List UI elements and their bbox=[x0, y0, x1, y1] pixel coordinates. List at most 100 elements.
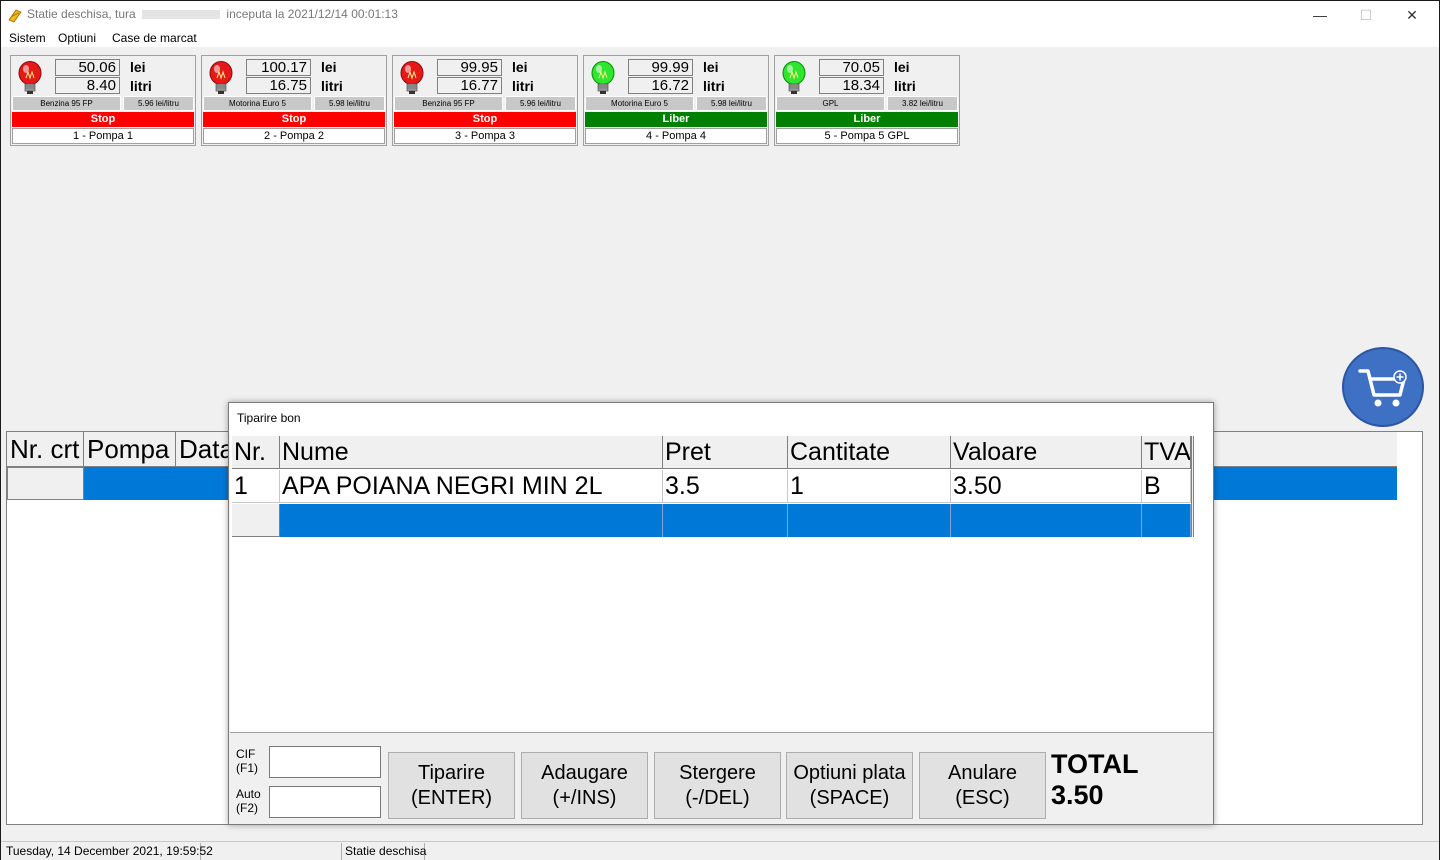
column-pret[interactable]: Pret bbox=[663, 436, 788, 469]
column-valoare[interactable]: Valoare bbox=[951, 436, 1142, 469]
pump-tile-4[interactable]: 99.99 16.72 lei litri Motorina Euro 5 5.98 le… bbox=[583, 55, 769, 146]
pump-amount: 99.99 bbox=[628, 59, 693, 76]
pump-liters: 16.75 bbox=[246, 77, 311, 94]
window-title: Statie deschisa, tura inceputa la 2021/1… bbox=[27, 7, 398, 21]
row-valoare-cell[interactable]: 3.50 bbox=[951, 470, 1142, 503]
row-nume-cell[interactable]: APA POIANA NEGRI MIN 2L bbox=[280, 470, 663, 503]
grid-column-splitter[interactable] bbox=[1191, 436, 1194, 537]
column-nr-crt[interactable]: Nr. crt bbox=[7, 432, 84, 467]
main-window: Statie deschisa, tura inceputa la 2021/1… bbox=[0, 0, 1440, 860]
cancel-button-shortcut: (ESC) bbox=[955, 786, 1010, 809]
green-light-bulb-icon bbox=[591, 61, 615, 94]
pump-tile-1[interactable]: 50.06 8.40 lei litri Benzina 95 FP 5.96 lei/l… bbox=[10, 55, 196, 146]
green-light-bulb-icon bbox=[782, 61, 806, 94]
total-value: 3.50 bbox=[1051, 780, 1104, 810]
payment-options-button[interactable]: Optiuni plata (SPACE) bbox=[786, 752, 913, 819]
pump-unit-price: 5.98 lei/litru bbox=[314, 96, 385, 111]
pump-liters-unit: litri bbox=[703, 78, 725, 94]
column-pompa[interactable]: Pompa bbox=[84, 432, 176, 467]
pump-unit-price: 5.98 lei/litru bbox=[696, 96, 767, 111]
app-icon bbox=[8, 9, 22, 23]
add-to-cart-button[interactable] bbox=[1342, 347, 1424, 427]
delete-button-shortcut: (-/DEL) bbox=[685, 786, 750, 809]
pump-unit-price: 5.96 lei/litru bbox=[505, 96, 576, 111]
row-nr-cell[interactable]: 1 bbox=[232, 470, 280, 503]
pump-amount-unit: lei bbox=[130, 59, 146, 75]
new-row-indicator[interactable] bbox=[232, 504, 280, 537]
row-tva-cell[interactable]: B bbox=[1142, 470, 1191, 503]
pump-amount: 50.06 bbox=[55, 59, 120, 76]
payment-options-label: Optiuni plata bbox=[793, 761, 906, 784]
column-data[interactable]: Data bbox=[176, 432, 236, 467]
print-button-shortcut: (ENTER) bbox=[410, 786, 493, 809]
print-button-label: Tiparire bbox=[417, 761, 486, 784]
receipt-items-grid[interactable]: Nr. Nume Pret Cantitate Valoare TVA 1 AP… bbox=[230, 433, 1213, 733]
pump-status[interactable]: Stop bbox=[394, 112, 576, 127]
red-light-bulb-icon bbox=[209, 61, 233, 94]
delete-button-label: Stergere bbox=[679, 761, 756, 784]
column-nr[interactable]: Nr. bbox=[232, 436, 280, 469]
pump-fuel-type: Motorina Euro 5 bbox=[203, 96, 312, 111]
red-light-bulb-icon bbox=[18, 61, 42, 94]
pump-status[interactable]: Stop bbox=[203, 112, 385, 127]
auto-input[interactable] bbox=[269, 786, 381, 818]
new-row-pret-cell[interactable] bbox=[663, 504, 788, 537]
cif-input[interactable] bbox=[269, 746, 381, 778]
pump-liters: 16.72 bbox=[628, 77, 693, 94]
new-row-cantitate-cell[interactable] bbox=[788, 504, 951, 537]
delete-button[interactable]: Stergere (-/DEL) bbox=[654, 752, 781, 819]
pump-status[interactable]: Liber bbox=[585, 112, 767, 127]
pump-amount: 99.95 bbox=[437, 59, 502, 76]
pump-amount-unit: lei bbox=[703, 59, 719, 75]
pump-unit-price: 3.82 lei/litru bbox=[887, 96, 958, 111]
redacted-shift-name bbox=[142, 10, 221, 20]
dialog-title: Tiparire bon bbox=[229, 403, 1213, 433]
pump-name: 2 - Pompa 2 bbox=[203, 128, 385, 144]
minimize-button[interactable]: — bbox=[1297, 1, 1343, 29]
total-label: TOTAL bbox=[1051, 749, 1139, 779]
column-tva[interactable]: TVA bbox=[1142, 436, 1191, 469]
pump-status[interactable]: Stop bbox=[12, 112, 194, 127]
pump-unit-price: 5.96 lei/litru bbox=[123, 96, 194, 111]
add-button[interactable]: Adaugare (+/INS) bbox=[521, 752, 648, 819]
add-button-shortcut: (+/INS) bbox=[552, 786, 617, 809]
pump-liters: 16.77 bbox=[437, 77, 502, 94]
close-button[interactable]: ✕ bbox=[1389, 1, 1435, 29]
pump-name: 1 - Pompa 1 bbox=[12, 128, 194, 144]
column-nume[interactable]: Nume bbox=[280, 436, 663, 469]
pump-tile-3[interactable]: 99.95 16.77 lei litri Benzina 95 FP 5.96 lei/… bbox=[392, 55, 578, 146]
red-light-bulb-icon bbox=[400, 61, 424, 94]
status-bar: Tuesday, 14 December 2021, 19:59:52 Stat… bbox=[1, 841, 1439, 860]
pump-name: 4 - Pompa 4 bbox=[585, 128, 767, 144]
pump-liters-unit: litri bbox=[512, 78, 534, 94]
pump-liters: 18.34 bbox=[819, 77, 884, 94]
pump-tile-2[interactable]: 100.17 16.75 lei litri Motorina Euro 5 5.98 l… bbox=[201, 55, 387, 146]
status-station: Statie deschisa bbox=[341, 843, 426, 860]
pump-fuel-type: GPL bbox=[776, 96, 885, 111]
menu-sistem[interactable]: Sistem bbox=[9, 31, 46, 45]
row-indicator[interactable] bbox=[7, 467, 84, 500]
row-cantitate-cell[interactable]: 1 bbox=[788, 470, 951, 503]
row-pret-cell[interactable]: 3.5 bbox=[663, 470, 788, 503]
pump-fuel-type: Motorina Euro 5 bbox=[585, 96, 694, 111]
cancel-button-label: Anulare bbox=[948, 761, 1017, 784]
maximize-button[interactable]: ☐ bbox=[1343, 1, 1389, 29]
title-bar: Statie deschisa, tura inceputa la 2021/1… bbox=[1, 1, 1439, 29]
new-row-valoare-cell[interactable] bbox=[951, 504, 1142, 537]
new-row-nume-cell[interactable] bbox=[280, 504, 663, 537]
payment-options-shortcut: (SPACE) bbox=[809, 786, 890, 809]
pump-fuel-type: Benzina 95 FP bbox=[394, 96, 503, 111]
new-row-tva-cell[interactable] bbox=[1142, 504, 1191, 537]
pump-status[interactable]: Liber bbox=[776, 112, 958, 127]
pump-tile-5[interactable]: 70.05 18.34 lei litri GPL 3.82 lei/litru Liber… bbox=[774, 55, 960, 146]
cancel-button[interactable]: Anulare (ESC) bbox=[919, 752, 1046, 819]
print-button[interactable]: Tiparire (ENTER) bbox=[388, 752, 515, 819]
menu-case-de-marcat[interactable]: Case de marcat bbox=[112, 31, 197, 45]
menu-optiuni[interactable]: Optiuni bbox=[58, 31, 96, 45]
auto-label: Auto (F2) bbox=[236, 787, 261, 815]
pump-liters-unit: litri bbox=[321, 78, 343, 94]
pump-liters-unit: litri bbox=[130, 78, 152, 94]
print-receipt-dialog: Tiparire bon Nr. Nume Pret Cantitate Val… bbox=[228, 402, 1214, 825]
add-button-label: Adaugare bbox=[541, 761, 628, 784]
column-cantitate[interactable]: Cantitate bbox=[788, 436, 951, 469]
